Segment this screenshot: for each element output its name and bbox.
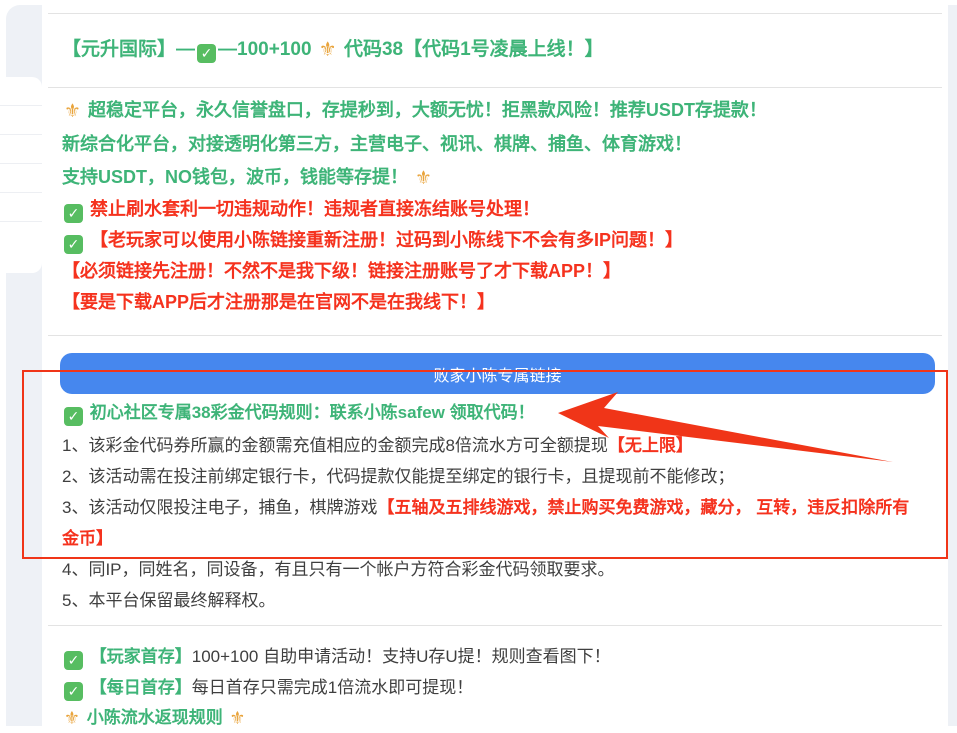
fleur-icon: ⚜: [229, 703, 245, 733]
check-icon: ✓: [64, 651, 83, 670]
text-segment: —100+100: [218, 39, 317, 60]
check-icon: ✓: [64, 407, 83, 426]
sidebar-list-item[interactable]: [0, 77, 42, 106]
text-line: 3、该活动仅限投注电子，捕鱼，棋牌游戏【五轴及五排线游戏，禁止购买免费游戏，藏分…: [62, 492, 922, 554]
rules-list: 1、该彩金代码券所赢的金额需充值相应的金额完成8倍流水方可全额提现【无上限】 2、…: [62, 430, 922, 616]
text-segment: 【元升国际】—: [62, 39, 195, 60]
sidebar-list-item[interactable]: [0, 106, 42, 135]
text-line: ✓ 【老玩家可以使用小陈链接重新注册！过码到小陈线下不会有多IP问题！】: [62, 225, 922, 256]
text-line: 【元升国际】—✓—100+100 ⚜ 代码38【代码1号凌晨上线！】: [62, 36, 922, 64]
sidebar-list-item[interactable]: [0, 135, 42, 164]
text-segment: 初心社区专属38彩金代码规则：联系小陈safew 领取代码！: [85, 403, 535, 422]
promo-link-button[interactable]: 败家小陈专属链接: [60, 353, 935, 394]
text-line: 【要是下载APP后才注册那是在官网不是在我线下！】: [62, 287, 922, 318]
text-segment: 1、该彩金代码券所赢的金额需充值相应的金额完成8倍流水方可全额提现: [62, 436, 608, 455]
sidebar-menu-card: [0, 77, 42, 273]
text-segment: 【老玩家可以使用小陈链接重新注册！过码到小陈线下不会有多IP问题！】: [85, 230, 683, 250]
text-segment: 代码38【代码1号凌晨上线！】: [339, 39, 604, 60]
text-segment: 4、同IP，同姓名，同设备，有且只有一个帐户方符合彩金代码领取要求。: [62, 560, 615, 579]
divider: [48, 625, 942, 626]
text-line: 4、同IP，同姓名，同设备，有且只有一个帐户方符合彩金代码领取要求。: [62, 554, 922, 585]
text-segment: 5、本平台保留最终解释权。: [62, 591, 275, 610]
text-line: 2、该活动需在投注前绑定银行卡，代码提款仅能提至绑定的银行卡，且提现前不能修改；: [62, 461, 922, 492]
text-segment: 【玩家首存】: [85, 647, 192, 666]
fleur-icon: ⚜: [64, 703, 80, 733]
sidebar-list-item[interactable]: [0, 164, 42, 193]
text-line: 新综合化平台，对接透明化第三方，主营电子、视讯、棋牌、捕鱼、体育游戏！: [62, 128, 922, 161]
divider: [48, 13, 942, 14]
check-icon: ✓: [64, 235, 83, 254]
divider: [48, 87, 942, 88]
sidebar-list-item[interactable]: [0, 222, 42, 250]
text-segment: 100+100 自助申请活动！支持U存U提！规则查看图下！: [192, 647, 611, 666]
text-segment: 新综合化平台，对接透明化第三方，主营电子、视讯、棋牌、捕鱼、体育游戏！: [62, 134, 692, 154]
text-segment: 支持USDT，NO钱包，波币，钱能等存提！: [62, 167, 413, 187]
check-icon: ✓: [197, 44, 216, 63]
sidebar-list-item[interactable]: [0, 193, 42, 222]
text-line: 5、本平台保留最终解释权。: [62, 585, 922, 616]
text-line: ✓ 禁止刷水套利一切违规动作！违规者直接冻结账号处理！: [62, 194, 922, 225]
post-title: 【元升国际】—✓—100+100 ⚜ 代码38【代码1号凌晨上线！】: [62, 36, 922, 64]
intro-text: ⚜ 超稳定平台，永久信誉盘口，存提秒到，大额无忧！拒黑款风险！推荐USDT存提款…: [62, 94, 922, 195]
rules-header: ✓ 初心社区专属38彩金代码规则：联系小陈safew 领取代码！: [62, 398, 922, 428]
text-segment: 小陈流水返现规则: [82, 708, 227, 727]
footer-text: ✓ 【玩家首存】100+100 自助申请活动！支持U存U提！规则查看图下！✓ 【…: [62, 641, 922, 733]
text-line: ✓ 【玩家首存】100+100 自助申请活动！支持U存U提！规则查看图下！: [62, 641, 922, 672]
check-icon: ✓: [64, 204, 83, 223]
text-segment: 【每日首存】: [85, 678, 192, 697]
text-line: 【必须链接先注册！不然不是我下级！链接注册账号了才下载APP！】: [62, 256, 922, 287]
text-segment: 【必须链接先注册！不然不是我下级！链接注册账号了才下载APP！】: [62, 261, 621, 281]
check-icon: ✓: [64, 682, 83, 701]
text-line: 支持USDT，NO钱包，波币，钱能等存提！ ⚜: [62, 161, 922, 195]
text-line: ✓ 初心社区专属38彩金代码规则：联系小陈safew 领取代码！: [62, 398, 922, 428]
sidebar-menu-rows: [0, 77, 42, 250]
text-line: ✓ 【每日首存】每日首存只需完成1倍流水即可提现！: [62, 672, 922, 703]
divider: [48, 335, 942, 336]
text-segment: 【要是下载APP后才注册那是在官网不是在我线下！】: [62, 292, 495, 312]
text-segment: 2、该活动需在投注前绑定银行卡，代码提款仅能提至绑定的银行卡，且提现前不能修改；: [62, 467, 734, 486]
fleur-icon: ⚜: [415, 162, 432, 195]
text-segment: 禁止刷水套利一切违规动作！违规者直接冻结账号处理！: [85, 199, 540, 219]
fleur-icon: ⚜: [319, 37, 337, 64]
text-line: 1、该彩金代码券所赢的金额需充值相应的金额完成8倍流水方可全额提现【无上限】: [62, 430, 922, 461]
text-segment: 3、该活动仅限投注电子，捕鱼，棋牌游戏: [62, 498, 377, 517]
text-segment: 每日首存只需完成1倍流水即可提现！: [192, 678, 473, 697]
warning-text: ✓ 禁止刷水套利一切违规动作！违规者直接冻结账号处理！✓ 【老玩家可以使用小陈链…: [62, 194, 922, 318]
text-line: ⚜ 超稳定平台，永久信誉盘口，存提秒到，大额无忧！拒黑款风险！推荐USDT存提款…: [62, 94, 922, 128]
text-line: ⚜ 小陈流水返现规则 ⚜: [62, 703, 922, 733]
text-segment: 【无上限】: [608, 436, 693, 455]
post-content-card: 【元升国际】—✓—100+100 ⚜ 代码38【代码1号凌晨上线！】 ⚜ 超稳定…: [42, 0, 948, 726]
text-segment: 超稳定平台，永久信誉盘口，存提秒到，大额无忧！拒黑款风险！推荐USDT存提款！: [83, 100, 767, 120]
fleur-icon: ⚜: [64, 95, 81, 128]
